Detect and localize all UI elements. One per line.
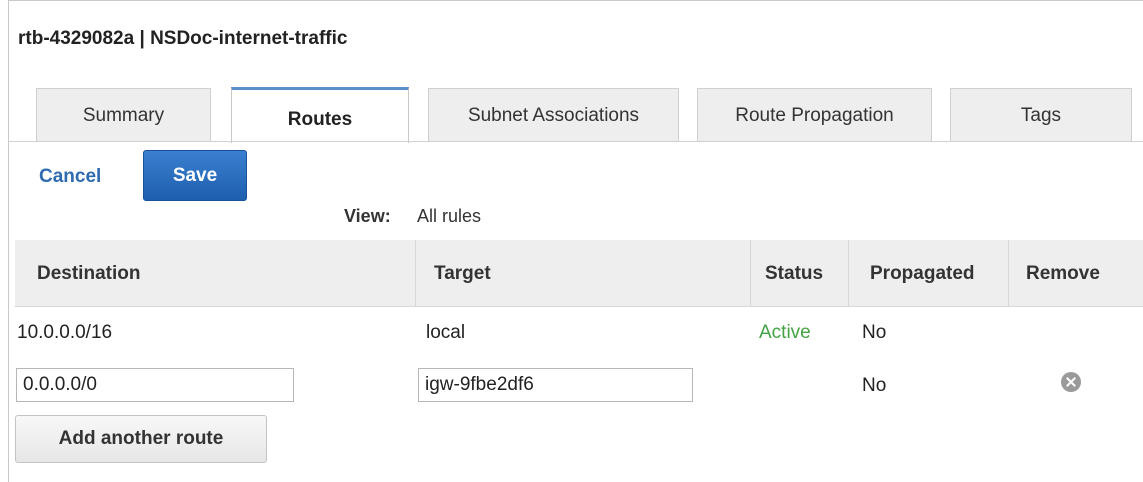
destination-input[interactable] [16, 368, 294, 402]
tab-subnet-associations[interactable]: Subnet Associations [428, 88, 679, 142]
tab-tags[interactable]: Tags [950, 88, 1132, 142]
column-divider [750, 240, 751, 307]
column-header-target[interactable]: Target [434, 263, 491, 285]
target-input[interactable] [418, 368, 693, 402]
column-divider [848, 240, 849, 307]
route-destination: 10.0.0.0/16 [17, 322, 113, 343]
view-filter-value[interactable]: All rules [417, 206, 481, 227]
column-header-status[interactable]: Status [765, 263, 823, 285]
column-divider [1008, 240, 1009, 307]
status-badge: Active [759, 322, 811, 343]
tab-summary[interactable]: Summary [36, 88, 211, 142]
column-header-propagated[interactable]: Propagated [870, 263, 975, 285]
page-title: rtb-4329082a | NSDoc-internet-traffic [18, 28, 348, 49]
route-target: local [426, 322, 466, 343]
tab-routes[interactable]: Routes [231, 87, 409, 143]
view-label: View: [344, 206, 391, 226]
column-header-remove: Remove [1026, 263, 1100, 284]
tab-route-propagation[interactable]: Route Propagation [697, 88, 932, 142]
column-header-destination[interactable]: Destination [37, 263, 140, 285]
column-divider [415, 240, 416, 307]
remove-circle-icon[interactable] [1061, 372, 1081, 392]
route-propagated: No [862, 322, 887, 343]
tab-divider [8, 141, 1143, 142]
save-button[interactable]: Save [143, 150, 247, 201]
route-propagated: No [862, 375, 887, 396]
table-header: Destination Target Status Propagated Rem… [15, 240, 1143, 307]
tab-bar: Summary Routes Subnet Associations Route… [0, 87, 1143, 143]
add-route-button[interactable]: Add another route [15, 415, 267, 463]
cancel-button[interactable]: Cancel [39, 166, 101, 188]
